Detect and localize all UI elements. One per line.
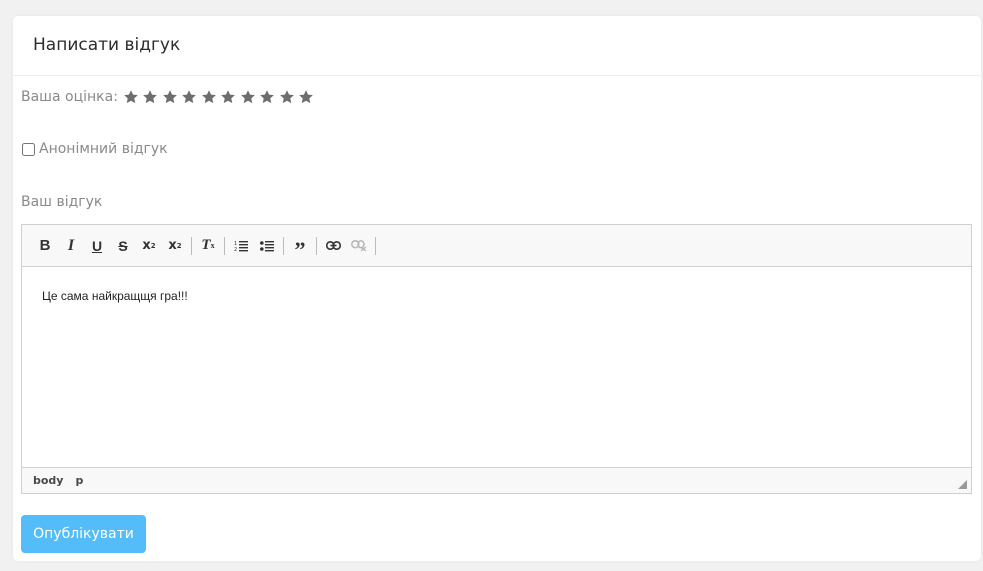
anonymous-checkbox[interactable] bbox=[22, 142, 35, 156]
page-title: Написати відгук bbox=[33, 35, 181, 55]
link-icon[interactable] bbox=[320, 233, 346, 259]
editor-content[interactable]: Це сама найкращщя гра!!! bbox=[22, 267, 971, 467]
remove-format-icon[interactable]: Tx bbox=[195, 233, 221, 259]
resize-handle-icon[interactable] bbox=[958, 480, 967, 489]
review-label: Ваш відгук bbox=[21, 194, 103, 210]
review-card: Написати відгук Ваша оцінка: Анонімний в… bbox=[13, 16, 981, 561]
star-icon[interactable] bbox=[296, 88, 316, 106]
star-icon[interactable] bbox=[160, 88, 180, 106]
subscript-icon[interactable]: x2 bbox=[136, 233, 162, 259]
star-icon[interactable] bbox=[277, 88, 297, 106]
strikethrough-icon[interactable]: S bbox=[110, 233, 136, 259]
numbered-list-icon[interactable]: 12 bbox=[228, 233, 254, 259]
rich-text-editor: B I U S x2 x2 Tx 12 ” Це сама найкращщя … bbox=[21, 224, 972, 494]
star-icon[interactable] bbox=[121, 88, 141, 106]
path-item-p[interactable]: p bbox=[75, 474, 83, 487]
underline-icon[interactable]: U bbox=[84, 233, 110, 259]
editor-status-bar: body p bbox=[22, 467, 971, 493]
italic-icon[interactable]: I bbox=[58, 233, 84, 259]
rating-stars bbox=[121, 88, 316, 106]
svg-text:2: 2 bbox=[234, 247, 237, 252]
bulleted-list-icon[interactable] bbox=[254, 233, 280, 259]
unlink-icon[interactable] bbox=[346, 233, 372, 259]
toolbar-separator bbox=[191, 236, 192, 255]
star-icon[interactable] bbox=[140, 88, 160, 106]
rating-label: Ваша оцінка: bbox=[21, 89, 118, 105]
publish-button[interactable]: Опублікувати bbox=[21, 515, 146, 553]
editor-toolbar: B I U S x2 x2 Tx 12 ” bbox=[22, 225, 971, 267]
star-icon[interactable] bbox=[179, 88, 199, 106]
toolbar-separator bbox=[283, 236, 284, 255]
rating-row: Ваша оцінка: bbox=[21, 88, 316, 106]
path-item-body[interactable]: body bbox=[33, 474, 63, 487]
editor-paragraph[interactable]: Це сама найкращщя гра!!! bbox=[42, 289, 971, 303]
toolbar-separator bbox=[224, 236, 225, 255]
quote-icon[interactable]: ” bbox=[287, 233, 313, 262]
anonymous-row[interactable]: Анонімний відгук bbox=[21, 141, 168, 157]
anonymous-label: Анонімний відгук bbox=[39, 141, 168, 157]
star-icon[interactable] bbox=[257, 88, 277, 106]
superscript-icon[interactable]: x2 bbox=[162, 233, 188, 259]
star-icon[interactable] bbox=[218, 88, 238, 106]
star-icon[interactable] bbox=[199, 88, 219, 106]
bold-icon[interactable]: B bbox=[32, 233, 58, 259]
toolbar-separator bbox=[375, 236, 376, 255]
star-icon[interactable] bbox=[238, 88, 258, 106]
toolbar-separator bbox=[316, 236, 317, 255]
card-header: Написати відгук bbox=[13, 16, 981, 76]
